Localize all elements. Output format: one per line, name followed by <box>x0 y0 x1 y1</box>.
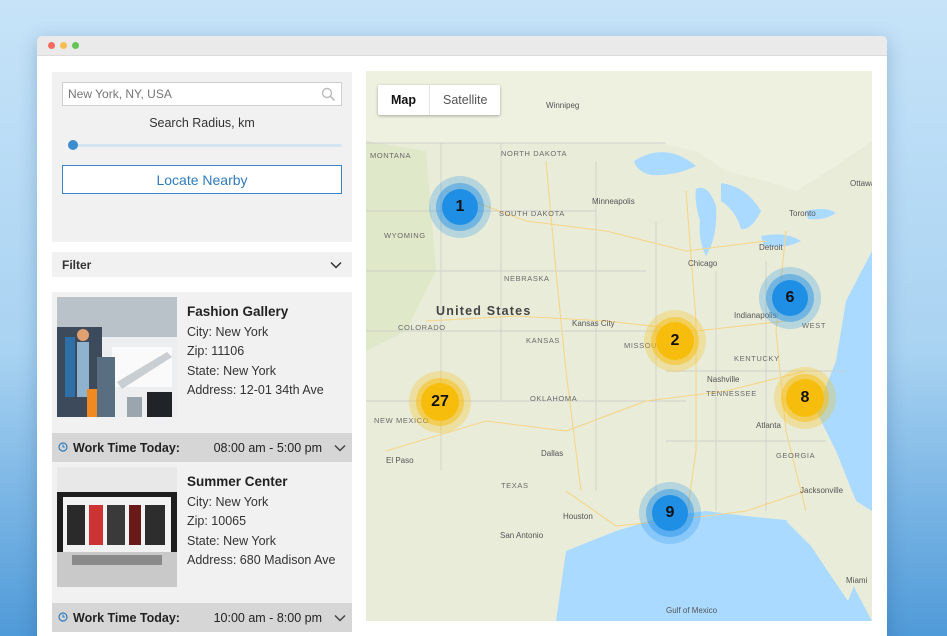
radius-slider[interactable] <box>62 138 342 152</box>
search-icon[interactable] <box>321 87 336 107</box>
map-background <box>366 71 872 621</box>
state-label: OKLAHOMA <box>530 394 578 403</box>
locate-nearby-button[interactable]: Locate Nearby <box>62 165 342 194</box>
store-city: City: New York <box>187 324 269 339</box>
store-state: State: New York <box>187 533 276 548</box>
state-label: MONTANA <box>370 151 412 160</box>
cluster-marker[interactable]: 1 <box>429 176 491 238</box>
work-hours: 08:00 am - 5:00 pm <box>213 440 322 455</box>
state-label: TENNESSEE <box>706 389 757 398</box>
store-card[interactable]: Fashion Gallery City: New York Zip: 1110… <box>52 292 352 462</box>
state-label: NORTH DAKOTA <box>501 149 568 158</box>
search-box: Search Radius, km Locate Nearby <box>52 72 352 242</box>
city-label: Winnipeg <box>546 101 580 110</box>
work-time-label: Work Time Today: <box>73 610 180 625</box>
city-label: El Paso <box>386 456 414 465</box>
state-label: KANSAS <box>526 336 561 345</box>
chevron-down-icon <box>330 258 342 272</box>
clock-icon <box>58 611 68 625</box>
cluster-marker[interactable]: 9 <box>639 482 701 544</box>
work-hours: 10:00 am - 8:00 pm <box>213 610 322 625</box>
city-label: Jacksonville <box>800 486 844 495</box>
city-label: Detroit <box>759 243 783 252</box>
maximize-window-dot[interactable] <box>72 42 79 49</box>
slider-track[interactable] <box>68 144 342 147</box>
store-name[interactable]: Summer Center <box>187 472 335 492</box>
search-input[interactable] <box>68 87 336 101</box>
state-label: SOUTH DAKOTA <box>499 209 565 218</box>
city-label: Kansas City <box>572 319 615 328</box>
satellite-tab[interactable]: Satellite <box>430 85 500 115</box>
city-label: San Antonio <box>500 531 544 540</box>
store-info: Summer Center City: New York Zip: 10065 … <box>187 467 335 593</box>
search-field[interactable] <box>62 82 342 106</box>
store-name[interactable]: Fashion Gallery <box>187 302 324 322</box>
chevron-down-icon <box>334 611 346 625</box>
clock-icon <box>58 441 68 455</box>
city-label: Atlanta <box>756 421 781 430</box>
store-city: City: New York <box>187 494 269 509</box>
cluster-count: 27 <box>431 393 449 410</box>
store-info: Fashion Gallery City: New York Zip: 1110… <box>187 297 324 423</box>
chevron-down-icon <box>334 441 346 455</box>
store-photo <box>57 467 177 587</box>
city-label: Houston <box>563 512 593 521</box>
city-label: Dallas <box>541 449 564 458</box>
cluster-count: 1 <box>455 198 465 215</box>
cluster-marker[interactable]: 27 <box>409 371 471 433</box>
city-label: Chicago <box>688 259 718 268</box>
cluster-count: 2 <box>670 332 680 349</box>
store-zip: Zip: 11106 <box>187 344 245 358</box>
city-label: Gulf of Mexico <box>666 606 718 615</box>
cluster-marker[interactable]: 6 <box>759 267 821 329</box>
country-label: United States <box>436 304 532 318</box>
work-time-toggle[interactable]: Work Time Today: 08:00 am - 5:00 pm <box>52 433 352 462</box>
state-label: TEXAS <box>501 481 529 490</box>
city-label: Ottawa <box>850 179 872 188</box>
store-state: State: New York <box>187 363 276 378</box>
browser-window: Search Radius, km Locate Nearby Filter <box>37 36 887 636</box>
store-zip: Zip: 10065 <box>187 514 247 528</box>
state-label: NEBRASKA <box>504 274 550 283</box>
close-window-dot[interactable] <box>48 42 55 49</box>
city-label: Toronto <box>789 209 816 218</box>
store-card[interactable]: Summer Center City: New York Zip: 10065 … <box>52 462 352 632</box>
city-label: Nashville <box>707 375 740 384</box>
cluster-marker[interactable]: 2 <box>644 310 706 372</box>
store-address: Address: 12-01 34th Ave <box>187 383 324 397</box>
store-locator-panel: Search Radius, km Locate Nearby Filter <box>52 72 352 636</box>
city-label: Miami <box>846 576 868 585</box>
search-radius-label: Search Radius, km <box>149 116 255 130</box>
cluster-count: 6 <box>785 289 795 306</box>
minimize-window-dot[interactable] <box>60 42 67 49</box>
work-time-label: Work Time Today: <box>73 440 180 455</box>
cluster-count: 8 <box>800 389 810 406</box>
filter-toggle[interactable]: Filter <box>52 252 352 277</box>
state-label: COLORADO <box>398 323 446 332</box>
map-view[interactable]: Map Satellite United States MONTANA NORT… <box>366 71 872 621</box>
work-time-toggle[interactable]: Work Time Today: 10:00 am - 8:00 pm <box>52 603 352 632</box>
city-label: Minneapolis <box>592 197 635 206</box>
slider-thumb[interactable] <box>68 140 78 150</box>
state-label: KENTUCKY <box>734 354 780 363</box>
filter-label: Filter <box>62 257 92 272</box>
state-label: WYOMING <box>384 231 426 240</box>
cluster-count: 9 <box>665 504 675 521</box>
title-bar <box>37 36 887 56</box>
state-label: GEORGIA <box>776 451 816 460</box>
map-type-toggle: Map Satellite <box>378 85 501 115</box>
store-address: Address: 680 Madison Ave <box>187 553 336 567</box>
cluster-marker[interactable]: 8 <box>774 367 836 429</box>
store-photo <box>57 297 177 417</box>
map-tab[interactable]: Map <box>378 85 430 115</box>
